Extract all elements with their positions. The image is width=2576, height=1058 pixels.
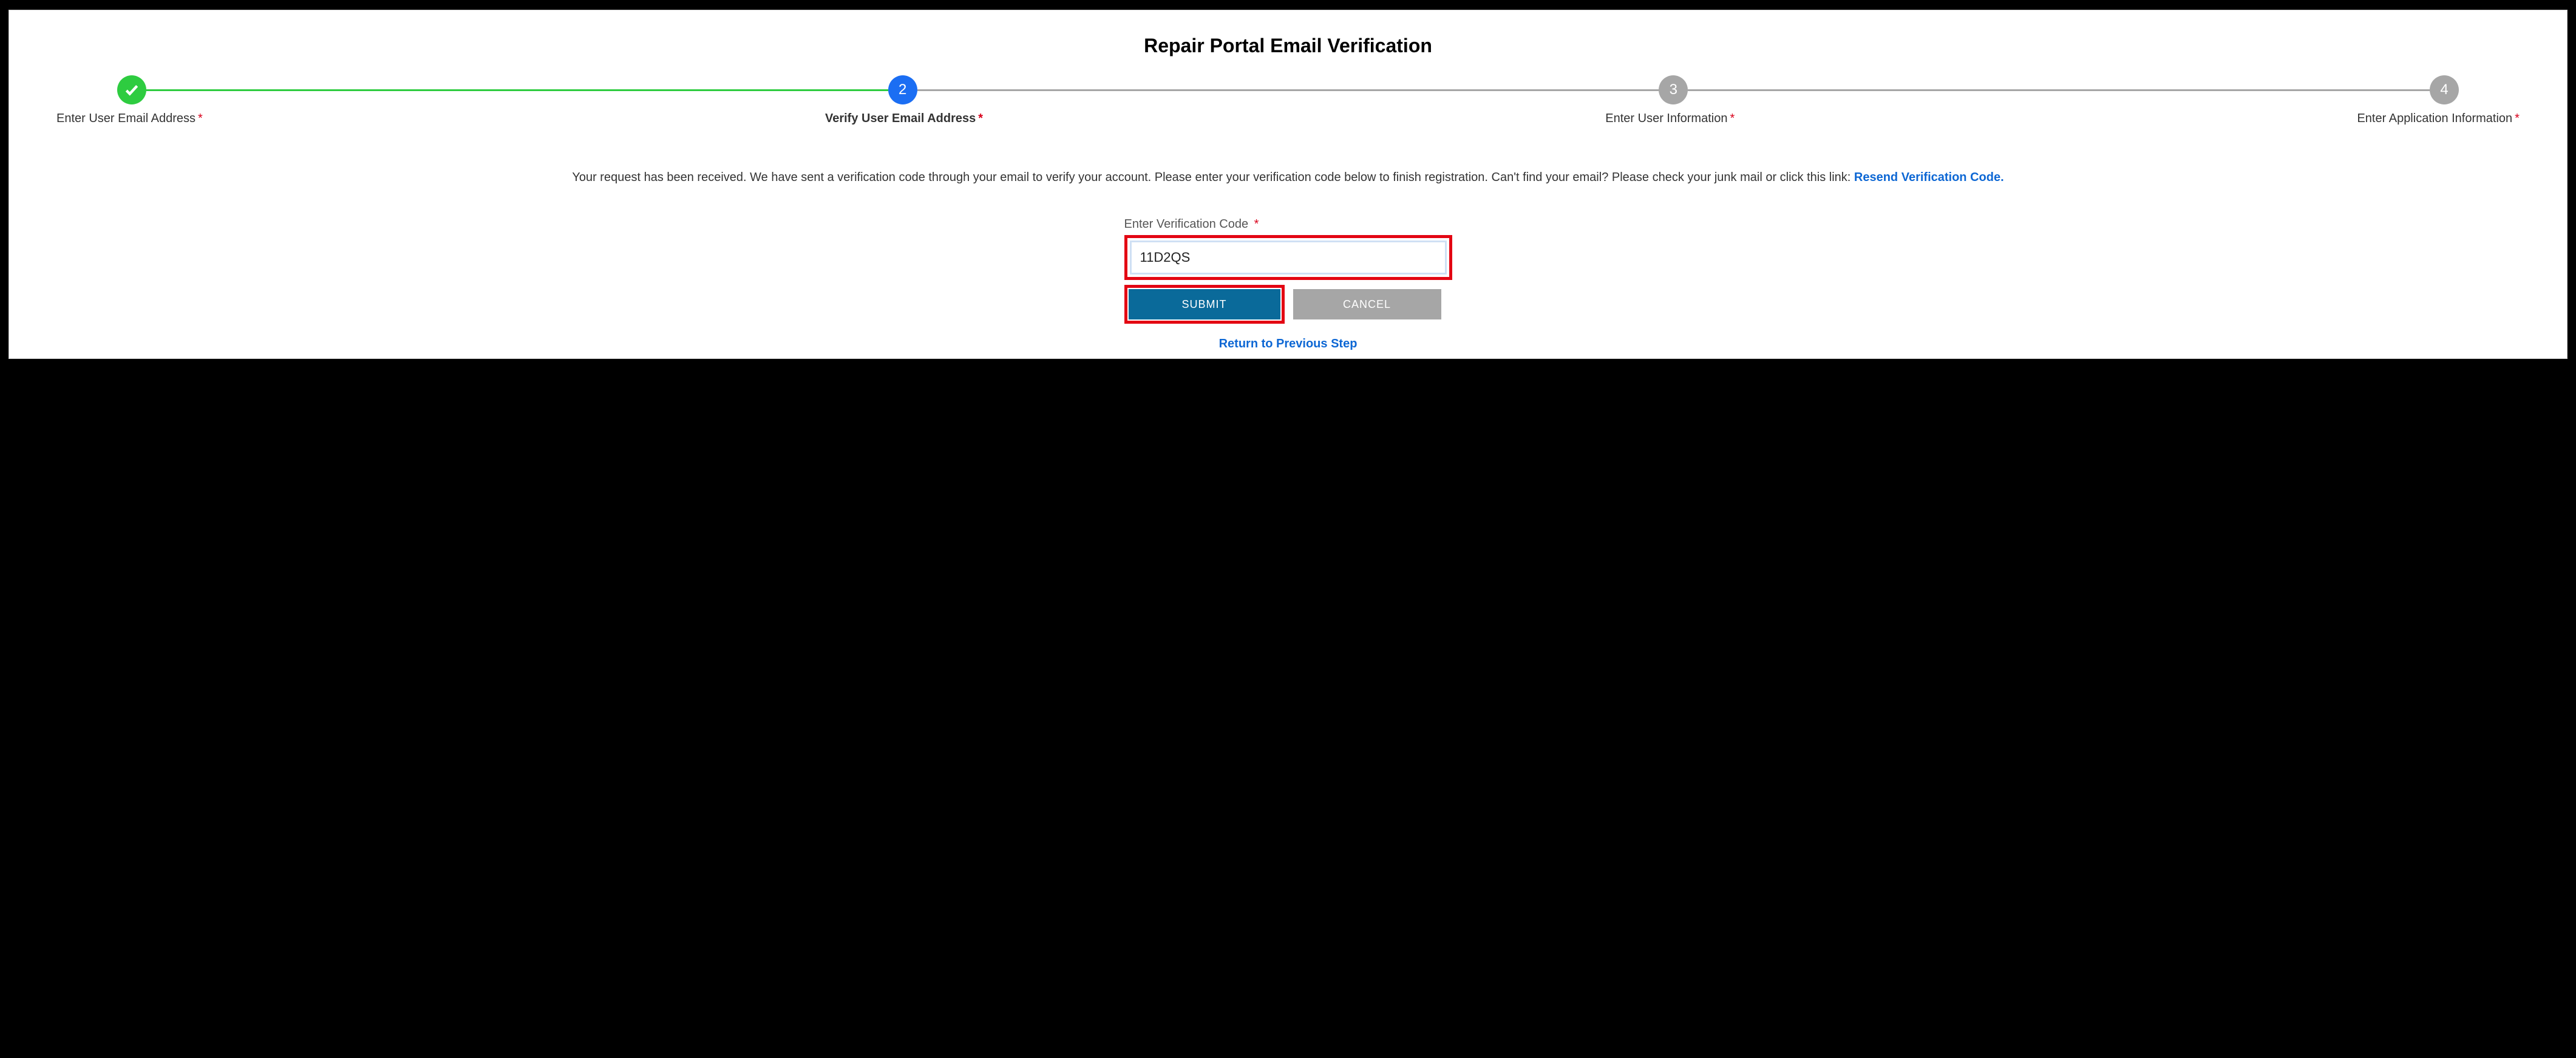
resend-verification-link[interactable]: Resend Verification Code. [1854,171,2004,184]
connector-2-3 [917,89,1659,91]
step-2-circle: 2 [888,75,917,104]
required-marker: * [1254,217,1259,231]
page-title: Repair Portal Email Verification [20,35,2556,57]
required-marker: * [198,112,203,125]
progress-stepper: 2 3 4 [20,75,2556,104]
required-marker: * [978,112,983,125]
required-marker: * [2515,112,2520,125]
step-4-label-text: Enter Application Information [2357,112,2512,125]
submit-button-highlight: SUBMIT [1124,285,1285,324]
connector-3-4 [1688,89,2430,91]
connector-1-2 [146,89,888,91]
button-row: SUBMIT CANCEL [1124,285,1452,324]
return-previous-step-link[interactable]: Return to Previous Step [1124,337,1452,351]
verification-form: Enter Verification Code * SUBMIT CANCEL … [1124,217,1452,351]
step-1-label: Enter User Email Address* [56,112,203,126]
step-1-label-text: Enter User Email Address [56,112,195,125]
instructions-text: Your request has been received. We have … [24,168,2552,187]
step-3-circle: 3 [1659,75,1688,104]
verification-code-label-text: Enter Verification Code [1124,217,1249,231]
step-2-label: Verify User Email Address* [825,112,983,126]
step-4-label: Enter Application Information* [2357,112,2520,126]
step-labels: Enter User Email Address* Verify User Em… [20,112,2556,126]
required-marker: * [1730,112,1735,125]
instructions-body: Your request has been received. We have … [572,171,1854,184]
step-1-circle [117,75,146,104]
step-4: 4 [2430,75,2459,104]
step-3-label-text: Enter User Information [1605,112,1727,125]
cancel-button[interactable]: CANCEL [1293,289,1441,319]
verification-panel: Repair Portal Email Verification 2 3 4 E… [8,10,2568,359]
submit-button[interactable]: SUBMIT [1129,289,1280,319]
step-2: 2 [888,75,917,104]
step-2-label-text: Verify User Email Address [825,112,976,125]
check-icon [124,82,140,98]
step-3: 3 [1659,75,1688,104]
step-1 [117,75,146,104]
verification-code-input[interactable] [1130,241,1447,275]
verification-input-highlight [1124,235,1452,280]
step-3-label: Enter User Information* [1605,112,1735,126]
verification-code-label: Enter Verification Code * [1124,217,1452,231]
step-4-circle: 4 [2430,75,2459,104]
